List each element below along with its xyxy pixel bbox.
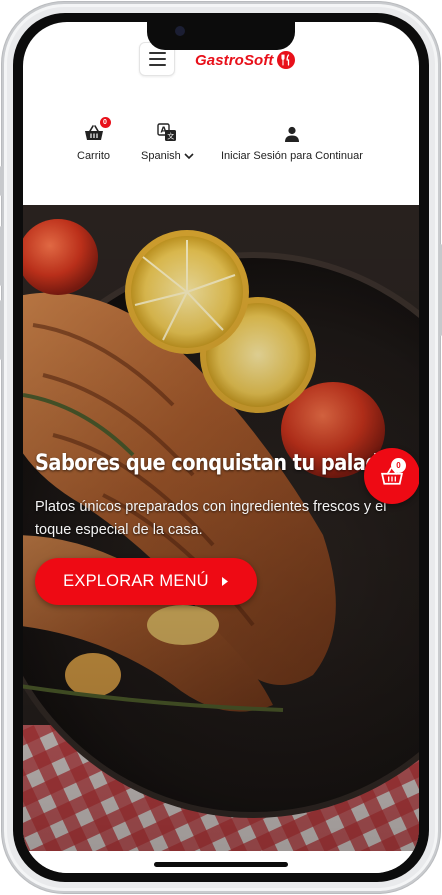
fork-knife-icon	[276, 51, 295, 69]
brand-name: GastroSoft	[195, 51, 274, 69]
brand-logo[interactable]: GastroSoft	[195, 50, 295, 70]
floating-cart-count: 0	[391, 458, 406, 473]
phone-volume-up	[0, 226, 3, 286]
hero-subtitle: Platos únicos preparados con ingrediente…	[35, 499, 387, 538]
home-indicator[interactable]	[154, 862, 288, 867]
cart-count-badge: 0	[98, 116, 112, 129]
user-icon	[284, 120, 300, 142]
cart-label: Carrito	[77, 150, 111, 162]
login-label: Iniciar Sesión para Continuar	[221, 150, 363, 162]
cart-link[interactable]: 0 Carrito	[77, 116, 112, 162]
hamburger-icon-line	[148, 64, 166, 66]
caret-right-icon	[221, 577, 228, 586]
screen: GastroSoft 0 Carrito A 文 Spanish Iniciar…	[23, 22, 419, 873]
language-label-wrap: Spanish	[141, 150, 194, 162]
language-selector[interactable]: A 文 Spanish	[141, 120, 194, 162]
hamburger-icon-line	[148, 58, 166, 60]
phone-side-button	[0, 166, 3, 196]
basket-icon: 0	[84, 116, 112, 142]
floating-cart-button[interactable]: 0	[364, 448, 419, 504]
explore-menu-label: EXPLORAR MENÚ	[63, 572, 209, 590]
language-label: Spanish	[141, 150, 181, 162]
svg-text:文: 文	[168, 132, 175, 141]
camera-icon	[175, 26, 185, 36]
notch	[147, 22, 295, 50]
header-actions: 0 Carrito A 文 Spanish Iniciar Sesión par…	[23, 116, 419, 170]
hero-section: Sabores que conquistan tu paladar Platos…	[23, 205, 419, 851]
chevron-down-icon	[184, 152, 194, 159]
explore-menu-button[interactable]: EXPLORAR MENÚ	[35, 558, 257, 605]
hamburger-icon	[148, 52, 166, 54]
phone-volume-down	[0, 300, 3, 360]
login-link[interactable]: Iniciar Sesión para Continuar	[221, 120, 363, 162]
translate-icon: A 文	[157, 120, 177, 142]
hero-title: Sabores que conquistan tu paladar	[35, 451, 401, 476]
